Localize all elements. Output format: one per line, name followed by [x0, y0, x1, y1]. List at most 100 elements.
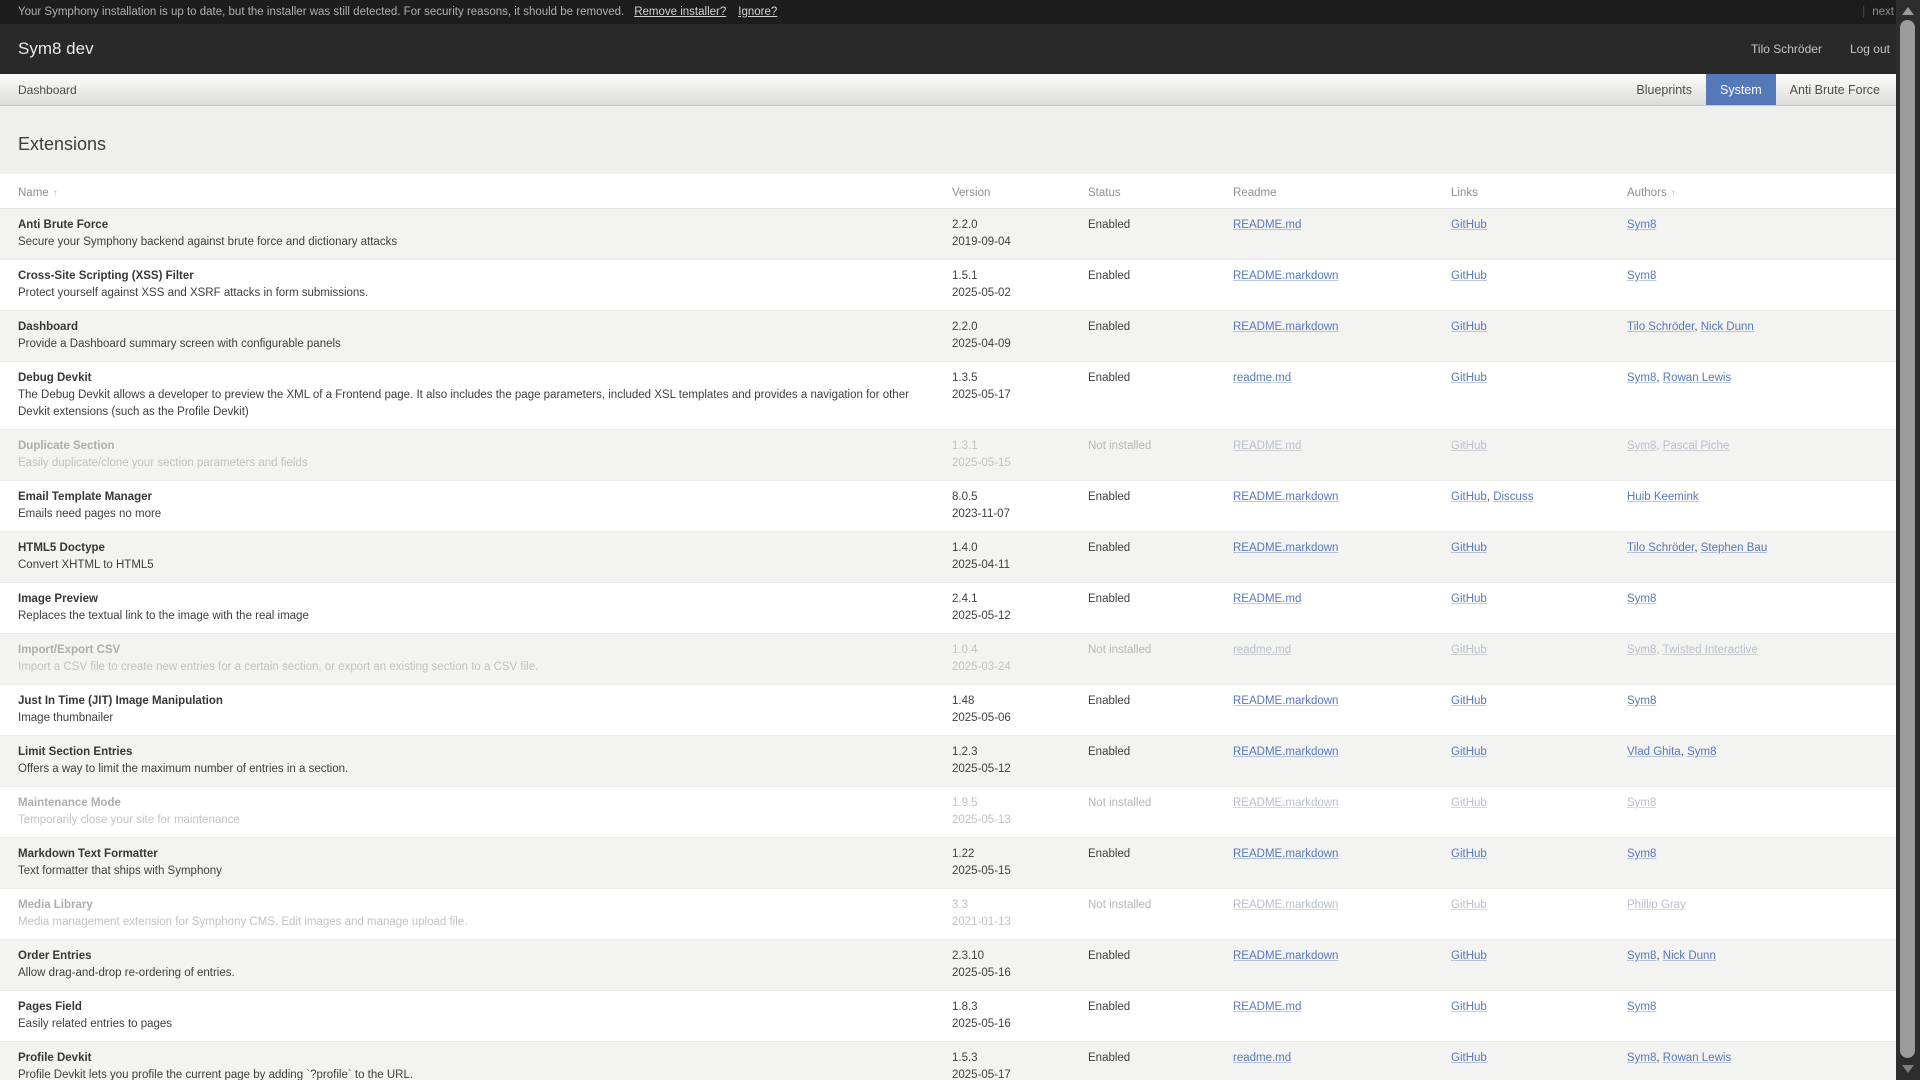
table-row: Media LibraryMedia management extension … — [0, 889, 1920, 940]
tab-blueprints[interactable]: Blueprints — [1622, 74, 1706, 105]
github-link[interactable]: GitHub — [1451, 695, 1487, 707]
github-link[interactable]: GitHub — [1451, 270, 1487, 282]
status-cell: Not installed — [1088, 642, 1233, 676]
discuss-link[interactable]: Discuss — [1493, 491, 1533, 503]
notice-message: Your Symphony installation is up to date… — [18, 6, 624, 18]
readme-link[interactable]: README.markdown — [1233, 491, 1338, 503]
name-cell: Limit Section EntriesOffers a way to lim… — [18, 744, 952, 778]
github-link[interactable]: GitHub — [1451, 644, 1487, 656]
table-row: Maintenance ModeTemporarily close your s… — [0, 787, 1920, 838]
status-cell: Enabled — [1088, 268, 1233, 302]
column-header-readme[interactable]: Readme — [1233, 187, 1451, 199]
github-link[interactable]: GitHub — [1451, 542, 1487, 554]
user-profile-link[interactable]: Tilo Schröder — [1751, 42, 1822, 56]
readme-link[interactable]: README.markdown — [1233, 695, 1338, 707]
author-link[interactable]: Huib Keemink — [1627, 491, 1699, 503]
version-cell: 2.4.12025-05-12 — [952, 591, 1088, 625]
readme-link[interactable]: README.markdown — [1233, 542, 1338, 554]
github-link[interactable]: GitHub — [1451, 491, 1487, 503]
links-cell: GitHub — [1451, 370, 1627, 421]
column-header-status[interactable]: Status — [1088, 187, 1233, 199]
table-row: Import/Export CSVImport a CSV file to cr… — [0, 634, 1920, 685]
readme-cell: readme.md — [1233, 370, 1451, 421]
author-link[interactable]: Sym8 — [1627, 848, 1656, 860]
version-value: 1.3.1 — [952, 438, 1074, 455]
authors-cell: Sym8 — [1627, 268, 1877, 302]
breadcrumb[interactable]: Dashboard — [0, 74, 77, 105]
extension-description: The Debug Devkit allows a developer to p… — [18, 387, 938, 421]
extension-name: Order Entries — [18, 948, 938, 965]
name-cell: Order EntriesAllow drag-and-drop re-orde… — [18, 948, 952, 982]
column-header-version[interactable]: Version — [952, 187, 1088, 199]
author-link[interactable]: Sym8 — [1627, 695, 1656, 707]
readme-link[interactable]: README.markdown — [1233, 270, 1338, 282]
readme-link[interactable]: README.md — [1233, 593, 1301, 605]
author-link[interactable]: Tilo Schröder — [1627, 542, 1694, 554]
readme-link[interactable]: readme.md — [1233, 644, 1291, 656]
extension-description: Emails need pages no more — [18, 506, 938, 523]
github-link[interactable]: GitHub — [1451, 372, 1487, 384]
author-link[interactable]: Sym8 — [1627, 440, 1656, 452]
readme-link[interactable]: README.markdown — [1233, 746, 1338, 758]
author-link[interactable]: Sym8 — [1627, 644, 1656, 656]
scrollbar[interactable] — [1896, 0, 1920, 1080]
author-link[interactable]: Sym8 — [1627, 372, 1656, 384]
author-link[interactable]: Vlad Ghita — [1627, 746, 1681, 758]
author-link[interactable]: Sym8 — [1627, 219, 1656, 231]
author-link[interactable]: Phillip Gray — [1627, 899, 1686, 911]
github-link[interactable]: GitHub — [1451, 848, 1487, 860]
github-link[interactable]: GitHub — [1451, 1001, 1487, 1013]
github-link[interactable]: GitHub — [1451, 797, 1487, 809]
readme-link[interactable]: readme.md — [1233, 372, 1291, 384]
version-cell: 1.3.52025-05-17 — [952, 370, 1088, 421]
author-link[interactable]: Sym8 — [1687, 746, 1716, 758]
column-header-authors[interactable]: Authors↑ — [1627, 187, 1877, 199]
readme-link[interactable]: README.markdown — [1233, 899, 1338, 911]
author-link[interactable]: Rowan Lewis — [1663, 372, 1731, 384]
author-link[interactable]: Pascal Piche — [1663, 440, 1729, 452]
author-link[interactable]: Sym8 — [1627, 593, 1656, 605]
github-link[interactable]: GitHub — [1451, 440, 1487, 452]
github-link[interactable]: GitHub — [1451, 950, 1487, 962]
author-link[interactable]: Sym8 — [1627, 1001, 1656, 1013]
readme-link[interactable]: readme.md — [1233, 1052, 1291, 1064]
readme-link[interactable]: README.markdown — [1233, 950, 1338, 962]
release-date: 2025-05-17 — [952, 387, 1074, 404]
tab-system[interactable]: System — [1706, 74, 1776, 105]
author-link[interactable]: Rowan Lewis — [1663, 1052, 1731, 1064]
readme-link[interactable]: README.md — [1233, 219, 1301, 231]
scroll-down-button[interactable] — [1902, 1065, 1914, 1073]
author-link[interactable]: Sym8 — [1627, 797, 1656, 809]
scroll-up-button[interactable] — [1902, 7, 1914, 15]
status-cell: Enabled — [1088, 948, 1233, 982]
github-link[interactable]: GitHub — [1451, 746, 1487, 758]
remove-installer-link[interactable]: Remove installer? — [634, 6, 726, 18]
readme-link[interactable]: README.markdown — [1233, 321, 1338, 333]
author-link[interactable]: Tilo Schröder — [1627, 321, 1694, 333]
notice-next-link[interactable]: next — [1872, 6, 1894, 18]
table-header-row: Name↑ Version Status Readme Links Author… — [0, 174, 1920, 209]
column-header-links[interactable]: Links — [1451, 187, 1627, 199]
author-link[interactable]: Stephen Bau — [1701, 542, 1768, 554]
author-link[interactable]: Nick Dunn — [1701, 321, 1754, 333]
github-link[interactable]: GitHub — [1451, 321, 1487, 333]
author-link[interactable]: Sym8 — [1627, 950, 1656, 962]
scrollbar-thumb[interactable] — [1900, 20, 1915, 1058]
logout-link[interactable]: Log out — [1850, 42, 1890, 56]
github-link[interactable]: GitHub — [1451, 219, 1487, 231]
github-link[interactable]: GitHub — [1451, 899, 1487, 911]
ignore-link[interactable]: Ignore? — [738, 6, 777, 18]
author-link[interactable]: Nick Dunn — [1663, 950, 1716, 962]
github-link[interactable]: GitHub — [1451, 593, 1487, 605]
author-link[interactable]: Twisted Interactive — [1663, 644, 1758, 656]
readme-link[interactable]: README.markdown — [1233, 848, 1338, 860]
readme-link[interactable]: README.markdown — [1233, 797, 1338, 809]
author-link[interactable]: Sym8 — [1627, 270, 1656, 282]
installer-notice-bar: Your Symphony installation is up to date… — [0, 0, 1920, 24]
readme-link[interactable]: README.md — [1233, 1001, 1301, 1013]
tab-anti-brute-force[interactable]: Anti Brute Force — [1776, 74, 1894, 105]
author-link[interactable]: Sym8 — [1627, 1052, 1656, 1064]
github-link[interactable]: GitHub — [1451, 1052, 1487, 1064]
readme-link[interactable]: README.md — [1233, 440, 1301, 452]
column-header-name[interactable]: Name↑ — [18, 187, 952, 199]
